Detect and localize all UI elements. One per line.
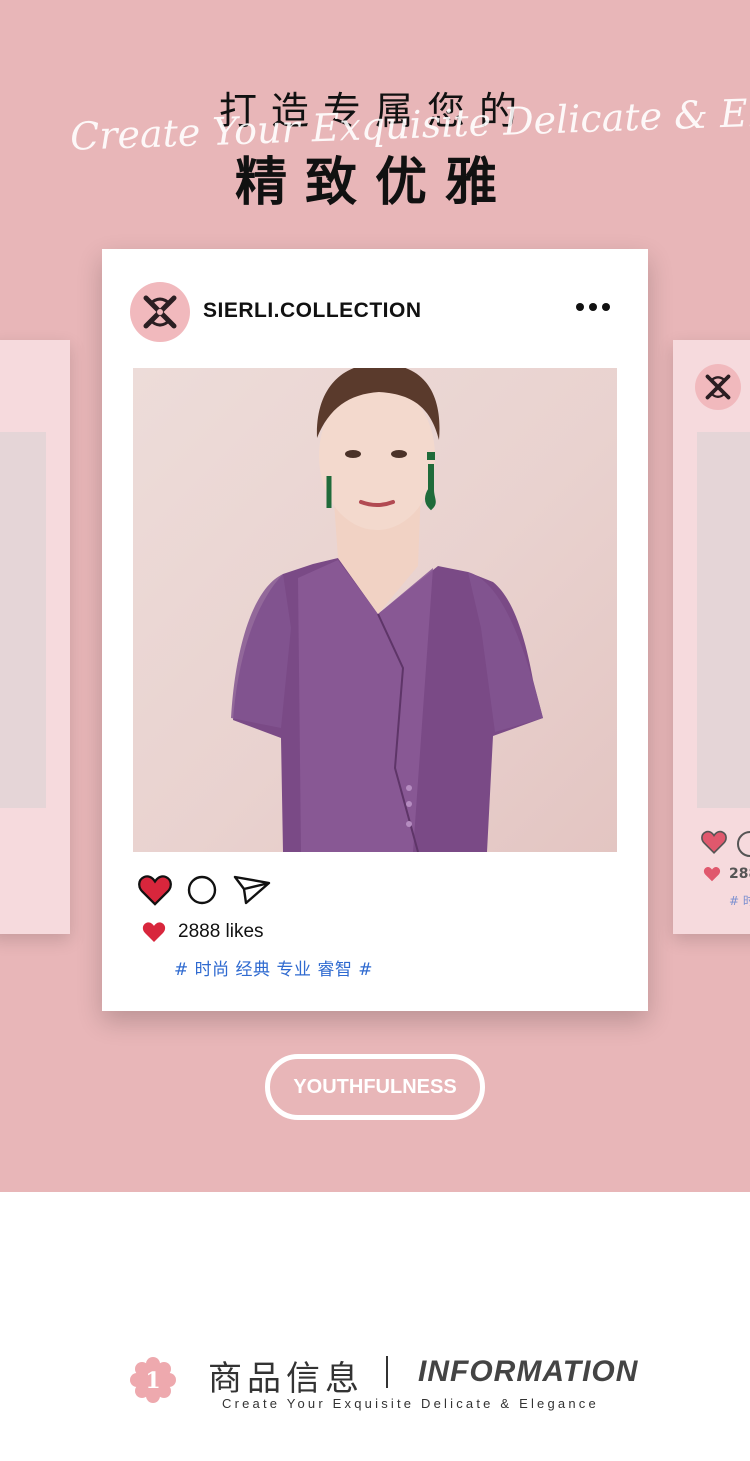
side-post-image-placeholder [0,432,46,808]
flower-number-icon: 1 [130,1357,176,1403]
heart-icon[interactable] [138,874,172,906]
share-icon[interactable] [232,873,272,907]
logo-icon [143,295,177,329]
hero-section: 打造专属您的 Create Your Exquisite Delicate & … [0,0,750,1192]
account-name[interactable]: SIERLI.COLLECTION [203,299,422,323]
model-illustration [231,368,543,852]
section-divider [386,1356,388,1388]
heart-icon [703,867,721,882]
side-post-card-right[interactable]: 288 # 时 [673,340,750,934]
headline-main: 精致优雅 [234,152,515,213]
likes-row: 2888 likes [142,921,264,943]
side-post-image-placeholder [697,432,750,808]
side-post-card-left[interactable] [0,340,70,934]
side-post-tags: # 时 [729,894,750,908]
heart-icon[interactable] [701,830,727,854]
heart-icon [142,922,166,942]
account-avatar[interactable] [130,282,190,342]
side-post-likes: 288 [729,866,750,882]
post-photo[interactable] [133,368,617,852]
youthfulness-button[interactable]: YOUTHFULNESS [265,1054,485,1120]
post-card: SIERLI.COLLECTION 2888 likes # 时尚 经典 专业 … [102,249,648,1011]
section-title-en: INFORMATION [418,1355,639,1388]
likes-count[interactable]: 2888 likes [178,921,264,943]
section-title-cn: 商品信息 [208,1359,364,1399]
more-icon[interactable] [576,303,610,311]
comment-icon[interactable] [737,831,750,857]
side-post-avatar [695,364,741,410]
comment-icon[interactable] [186,874,218,906]
logo-icon [705,374,731,400]
section-subtitle: Create Your Exquisite Delicate & Eleganc… [222,1396,599,1411]
section-number: 1 [145,1368,160,1394]
hashtags[interactable]: # 时尚 经典 专业 睿智 # [174,955,373,980]
post-actions [138,873,272,907]
